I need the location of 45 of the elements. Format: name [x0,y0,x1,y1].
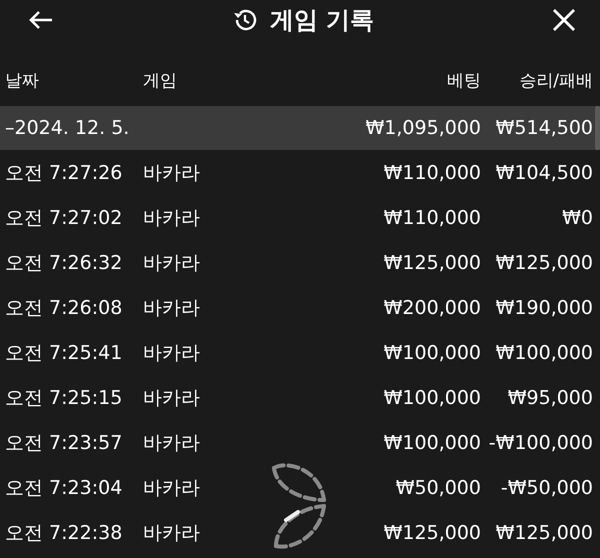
result-cell-text: ₩95,000 [506,386,593,408]
date-group-row[interactable]: –2024. 12. 5. ₩1,095,000 ₩514,500 [0,106,600,150]
time-cell-text: 오전 7:27:26 [5,160,124,186]
bet-cell-text: ₩110,000 [382,162,481,184]
time-cell-text: 오전 7:25:15 [5,386,124,410]
game-cell-text: 바카라 [143,386,201,410]
bet-cell-text: ₩100,000 [382,386,481,408]
column-header: 승리/패배 [518,70,593,93]
result-cell-text: ₩100,000 [494,342,593,364]
time-cell-text: 오전 7:25:41 [5,340,124,366]
result-cell-text: -₩100,000 [488,432,593,454]
time-cell-text: 오전 7:26:08 [5,296,124,320]
game-cell-text: 바카라 [143,160,201,186]
bet-cell-text: ₩200,000 [382,296,481,318]
game-cell-text: 바카라 [143,340,201,366]
game-cell-text: 바카라 [143,520,201,546]
result-cell-text: ₩125,000 [494,252,593,274]
result-cell-text: ₩104,500 [494,162,593,184]
game-cell-text: 바카라 [143,476,201,500]
bet-cell-text: ₩100,000 [382,432,481,454]
bet-cell-text: ₩100,000 [382,342,481,364]
column-header: 베팅 [446,70,481,93]
bet-cell-text: ₩125,000 [382,522,481,544]
bet-cell-text: ₩110,000 [382,206,481,228]
game-cell-text: 바카라 [143,206,201,230]
group-result-total: ₩514,500 [494,117,593,139]
time-cell-text: 오전 7:26:32 [5,250,124,276]
game-cell-text: 바카라 [143,296,201,320]
result-cell-text: ₩190,000 [494,296,593,318]
bet-cell-text: ₩125,000 [382,252,481,274]
column-header: 게임 [143,70,178,93]
result-cell-text: ₩125,000 [494,522,593,544]
group-date: –2024. 12. 5. [5,117,130,139]
bet-cell-text: ₩50,000 [394,476,481,498]
page-title: 게임 기록 [270,5,374,36]
group-bet-total: ₩1,095,000 [364,117,481,139]
time-cell-text: 오전 7:23:57 [5,430,124,456]
result-cell-text: -₩50,000 [500,476,593,498]
column-header: 날짜 [5,70,40,93]
game-cell-text: 바카라 [143,430,201,456]
time-cell-text: 오전 7:23:04 [5,476,124,500]
game-cell-text: 바카라 [143,250,201,276]
time-cell-text: 오전 7:22:38 [5,520,124,546]
time-cell-text: 오전 7:27:02 [5,206,124,230]
result-cell-text: ₩0 [561,206,593,228]
